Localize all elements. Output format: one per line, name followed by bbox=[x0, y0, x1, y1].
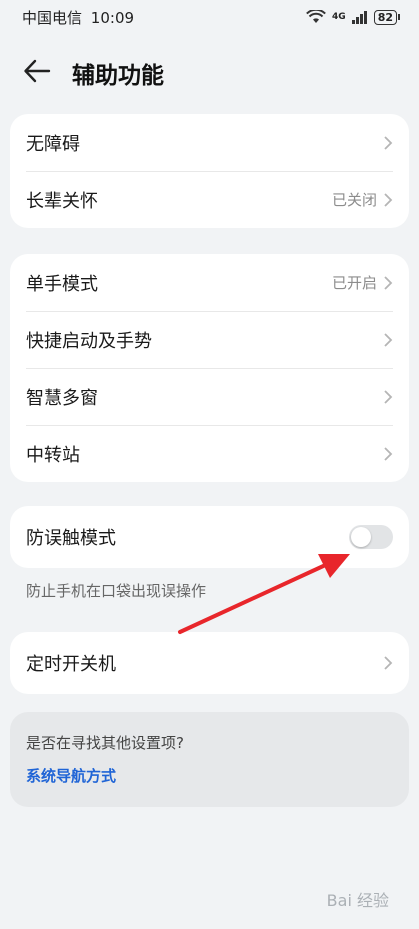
row-elder-care[interactable]: 长辈关怀 已关闭 bbox=[10, 171, 409, 228]
chevron-right-icon bbox=[384, 446, 393, 461]
title-bar: 辅助功能 bbox=[0, 48, 419, 94]
pocket-mode-toggle[interactable] bbox=[349, 525, 393, 549]
back-arrow-icon[interactable] bbox=[22, 58, 52, 84]
carrier-label: 中国电信 bbox=[22, 8, 83, 27]
row-label: 定时开关机 bbox=[26, 654, 116, 675]
row-label: 防误触模式 bbox=[26, 528, 116, 549]
row-label: 快捷启动及手势 bbox=[26, 330, 152, 352]
watermark-logo: Bai 经验 bbox=[326, 891, 389, 910]
row-one-handed-mode[interactable]: 单手模式 已开启 bbox=[10, 254, 409, 311]
chevron-right-icon bbox=[384, 192, 393, 207]
toggle-knob bbox=[351, 527, 371, 547]
row-transfer-station[interactable]: 中转站 bbox=[10, 425, 409, 482]
row-status: 已关闭 bbox=[331, 191, 377, 209]
page-title: 辅助功能 bbox=[72, 63, 164, 89]
chevron-right-icon bbox=[384, 332, 393, 347]
suggestion-card: 是否在寻找其他设置项? 系统导航方式 bbox=[10, 712, 409, 807]
status-left: 中国电信 10:09 bbox=[22, 7, 134, 28]
row-scheduled-power[interactable]: 定时开关机 bbox=[10, 632, 409, 694]
clock: 10:09 bbox=[90, 8, 135, 27]
suggestion-question: 是否在寻找其他设置项? bbox=[26, 734, 184, 752]
row-label: 中转站 bbox=[26, 444, 80, 466]
pocket-mode-description: 防止手机在口袋出现误操作 bbox=[26, 582, 207, 600]
settings-card-scheduled-power: 定时开关机 bbox=[10, 632, 409, 694]
battery-indicator: 82 bbox=[373, 9, 401, 25]
row-pocket-mode: 防误触模式 bbox=[10, 506, 409, 568]
row-label: 单手模式 bbox=[26, 273, 98, 295]
wifi-icon bbox=[306, 10, 326, 23]
row-label: 智慧多窗 bbox=[26, 387, 98, 409]
status-right: 4G 82 bbox=[306, 9, 401, 25]
settings-card-interaction: 单手模式 已开启 快捷启动及手势 智慧多窗 中转站 bbox=[10, 254, 409, 482]
chevron-right-icon bbox=[384, 389, 393, 404]
row-smart-multiwindow[interactable]: 智慧多窗 bbox=[10, 368, 409, 425]
row-status: 已开启 bbox=[331, 274, 377, 292]
chevron-right-icon bbox=[384, 275, 393, 290]
row-shortcuts-gestures[interactable]: 快捷启动及手势 bbox=[10, 311, 409, 368]
settings-card-pocket-mode: 防误触模式 bbox=[10, 506, 409, 568]
status-bar: 中国电信 10:09 4G 82 bbox=[0, 0, 419, 34]
row-label: 无障碍 bbox=[26, 133, 80, 155]
suggestion-link[interactable]: 系统导航方式 bbox=[26, 765, 393, 786]
network-type: 4G bbox=[332, 12, 346, 22]
settings-card-accessibility: 无障碍 长辈关怀 已关闭 bbox=[10, 114, 409, 228]
signal-icon bbox=[351, 11, 367, 24]
chevron-right-icon bbox=[384, 656, 393, 670]
row-label: 长辈关怀 bbox=[26, 190, 98, 212]
chevron-right-icon bbox=[384, 135, 393, 150]
row-accessibility[interactable]: 无障碍 bbox=[10, 114, 409, 171]
